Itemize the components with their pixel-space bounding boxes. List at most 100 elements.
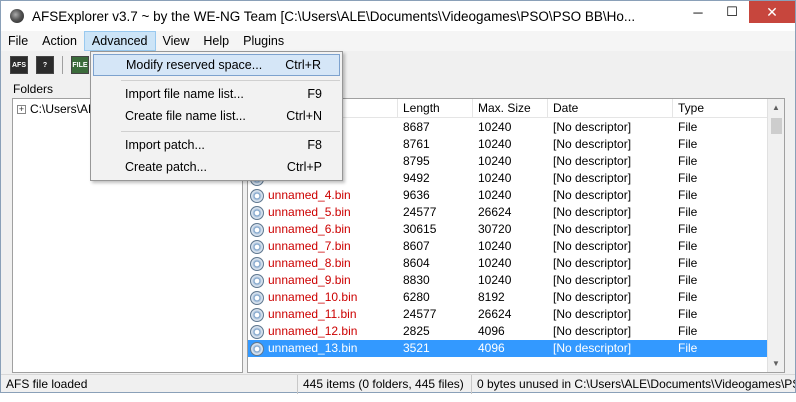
name-cell: unnamed_10.bin <box>248 289 398 306</box>
table-row[interactable]: unnamed_7.bin 8607 10240 [No descriptor] Fil… <box>248 238 768 255</box>
menu-item-label: Import patch... <box>125 138 205 152</box>
table-row[interactable]: unnamed_4.bin 9636 10240 [No descriptor] Fil… <box>248 187 768 204</box>
file-button[interactable]: FILE <box>71 56 89 74</box>
date-cell: [No descriptor] <box>553 188 632 202</box>
type-cell: File <box>678 324 698 338</box>
max-size-cell: 10240 <box>478 154 512 168</box>
menu-action[interactable]: Action <box>35 31 84 51</box>
status-left: AFS file loaded <box>1 375 298 394</box>
file-name: unnamed_10.bin <box>268 290 358 304</box>
table-row[interactable]: unnamed_9.bin 8830 10240 [No descriptor] Fil… <box>248 272 768 289</box>
name-cell: unnamed_4.bin <box>248 187 398 204</box>
name-cell: unnamed_13.bin <box>248 340 398 357</box>
max-size-cell: 10240 <box>478 239 512 253</box>
type-cell: File <box>678 222 698 236</box>
menu-file[interactable]: File <box>1 31 35 51</box>
type-cell: File <box>678 154 698 168</box>
table-row[interactable]: unnamed_6.bin 30615 30720 [No descriptor] Fi… <box>248 221 768 238</box>
file-name: unnamed_6.bin <box>268 222 351 236</box>
length-cell: 8687 <box>403 120 430 134</box>
minimize-button[interactable]: ─ <box>681 1 715 23</box>
menu-item-modify-reserved-space[interactable]: Modify reserved space... Ctrl+R <box>93 54 340 76</box>
length-cell: 8830 <box>403 273 430 287</box>
file-icon: FILE <box>72 61 88 69</box>
table-row[interactable]: unnamed_5.bin 24577 26624 [No descriptor] Fi… <box>248 204 768 221</box>
file-icon <box>250 307 264 322</box>
menu-item-create-patch[interactable]: Create patch... Ctrl+P <box>93 156 340 178</box>
max-size-cell: 4096 <box>478 341 505 355</box>
vertical-scrollbar[interactable]: ▲ ▼ <box>767 99 784 372</box>
menu-item-import-patch[interactable]: Import patch... F8 <box>93 134 340 156</box>
max-size-cell: 10240 <box>478 256 512 270</box>
date-cell: [No descriptor] <box>553 120 632 134</box>
menu-item-shortcut: F8 <box>307 138 322 152</box>
file-name: unnamed_5.bin <box>268 205 351 219</box>
menu-item-create-file-name-list[interactable]: Create file name list... Ctrl+N <box>93 105 340 127</box>
maximize-button[interactable]: ☐ <box>715 1 749 23</box>
menu-plugins[interactable]: Plugins <box>236 31 291 51</box>
max-size-cell: 10240 <box>478 137 512 151</box>
help-button[interactable]: ? <box>36 56 54 74</box>
type-cell: File <box>678 256 698 270</box>
scroll-down-icon[interactable]: ▼ <box>768 355 784 372</box>
column-date[interactable]: Date <box>548 99 673 118</box>
menu-help[interactable]: Help <box>196 31 236 51</box>
date-cell: [No descriptor] <box>553 341 632 355</box>
type-cell: File <box>678 290 698 304</box>
table-row[interactable]: unnamed_10.bin 6280 8192 [No descriptor] Fil… <box>248 289 768 306</box>
length-cell: 2825 <box>403 324 430 338</box>
file-icon <box>250 188 264 203</box>
file-name: unnamed_9.bin <box>268 273 351 287</box>
column-length[interactable]: Length <box>398 99 473 118</box>
app-icon[interactable] <box>10 9 24 23</box>
length-cell: 24577 <box>403 205 437 219</box>
file-icon <box>250 324 264 339</box>
max-size-cell: 26624 <box>478 307 512 321</box>
length-cell: 8795 <box>403 154 430 168</box>
menu-item-import-file-name-list[interactable]: Import file name list... F9 <box>93 83 340 105</box>
menu-view[interactable]: View <box>156 31 197 51</box>
help-icon: ? <box>42 61 48 69</box>
file-name: unnamed_4.bin <box>268 188 351 202</box>
length-cell: 30615 <box>403 222 437 236</box>
name-cell: unnamed_6.bin <box>248 221 398 238</box>
date-cell: [No descriptor] <box>553 137 632 151</box>
menu-separator <box>121 131 340 132</box>
scroll-up-icon[interactable]: ▲ <box>768 99 784 116</box>
advanced-menu-dropdown: Modify reserved space... Ctrl+R Import f… <box>90 51 343 181</box>
file-icon <box>250 222 264 237</box>
length-cell: 9492 <box>403 171 430 185</box>
status-right: 0 bytes unused in C:\Users\ALE\Documents… <box>477 377 795 391</box>
close-button[interactable]: ✕ <box>749 1 795 23</box>
date-cell: [No descriptor] <box>553 256 632 270</box>
max-size-cell: 26624 <box>478 205 512 219</box>
menu-item-label: Create file name list... <box>125 109 246 123</box>
date-cell: [No descriptor] <box>553 222 632 236</box>
date-cell: [No descriptor] <box>553 239 632 253</box>
menu-advanced[interactable]: Advanced <box>83 31 156 51</box>
table-row[interactable]: unnamed_12.bin 2825 4096 [No descriptor] Fil… <box>248 323 768 340</box>
max-size-cell: 30720 <box>478 222 512 236</box>
app-window: AFSExplorer v3.7 ~ by the WE-NG Team [C:… <box>0 0 796 394</box>
expand-icon[interactable]: + <box>17 104 26 114</box>
menu-bar: File Action Advanced View Help Plugins <box>1 31 795 51</box>
date-cell: [No descriptor] <box>553 171 632 185</box>
open-afs-button[interactable]: AFS <box>10 56 28 74</box>
scroll-thumb[interactable] <box>771 118 782 134</box>
file-name: unnamed_12.bin <box>268 324 358 338</box>
table-row[interactable]: unnamed_8.bin 8604 10240 [No descriptor] Fil… <box>248 255 768 272</box>
menu-item-shortcut: Ctrl+N <box>286 109 322 123</box>
column-max-size[interactable]: Max. Size <box>473 99 548 118</box>
menu-item-label: Create patch... <box>125 160 207 174</box>
title-bar[interactable]: AFSExplorer v3.7 ~ by the WE-NG Team [C:… <box>1 1 795 31</box>
date-cell: [No descriptor] <box>553 154 632 168</box>
length-cell: 8761 <box>403 137 430 151</box>
table-row[interactable]: unnamed_11.bin 24577 26624 [No descriptor] F… <box>248 306 768 323</box>
column-type[interactable]: Type <box>673 99 768 118</box>
toolbar-separator <box>62 56 63 74</box>
table-row[interactable]: unnamed_13.bin 3521 4096 [No descriptor] Fil… <box>248 340 768 357</box>
max-size-cell: 10240 <box>478 171 512 185</box>
file-icon <box>250 205 264 220</box>
length-cell: 6280 <box>403 290 430 304</box>
max-size-cell: 10240 <box>478 188 512 202</box>
